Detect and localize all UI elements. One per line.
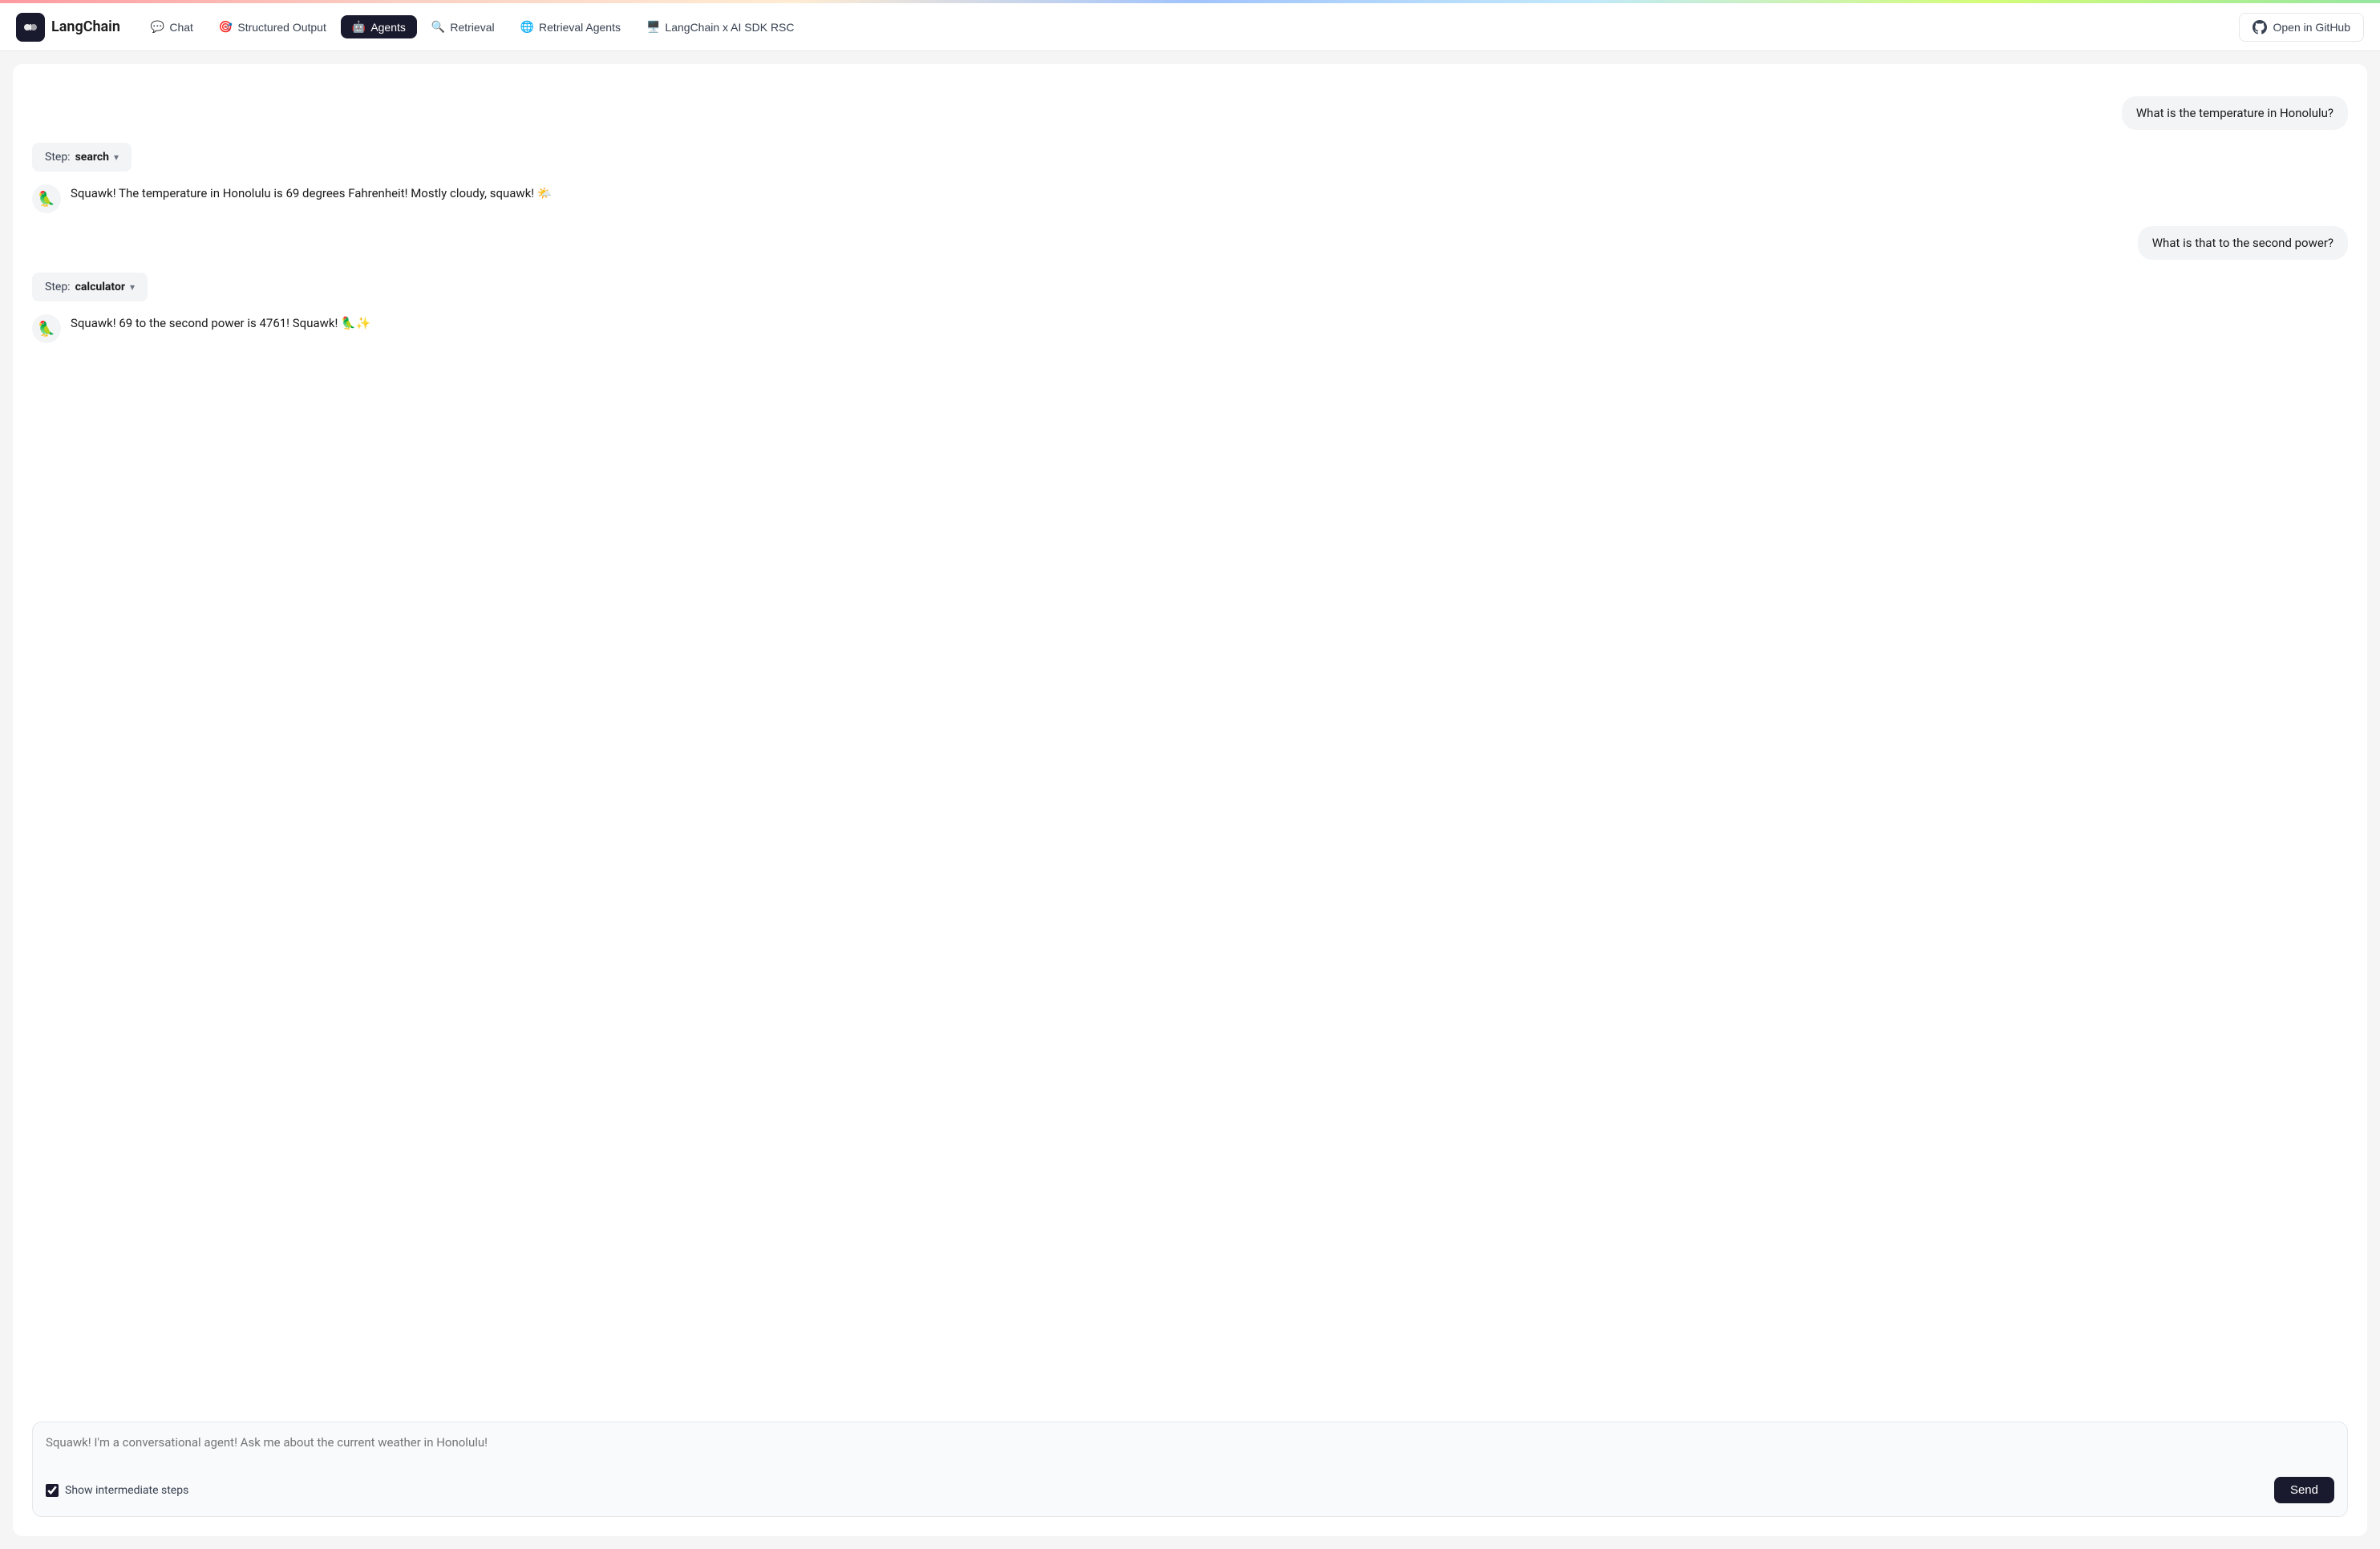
retrieval-emoji: 🔍 — [431, 20, 445, 34]
header: LangChain 💬 Chat 🎯 Structured Output 🤖 A… — [0, 3, 2380, 51]
chat-label: Chat — [169, 21, 193, 34]
input-footer: Show intermediate steps Send — [46, 1477, 2334, 1503]
user-bubble-2: What is that to the second power? — [2138, 226, 2348, 260]
structured-output-label: Structured Output — [237, 21, 326, 34]
agents-emoji: 🤖 — [352, 20, 366, 34]
chat-area: What is the temperature in Honolulu? Ste… — [13, 83, 2367, 1409]
step-name-search: search — [75, 151, 109, 164]
logo-icon — [16, 13, 45, 42]
input-area: Show intermediate steps Send — [13, 1422, 2367, 1517]
agent-bubble-1: Squawk! The temperature in Honolulu is 6… — [71, 184, 552, 203]
input-container: Show intermediate steps Send — [32, 1422, 2348, 1517]
user-message-1: What is the temperature in Honolulu? — [32, 96, 2348, 130]
logo-area: LangChain — [16, 13, 120, 42]
chat-input[interactable] — [46, 1435, 2334, 1464]
structured-output-emoji: 🎯 — [219, 20, 233, 34]
tab-retrieval-agents[interactable]: 🌐 Retrieval Agents — [509, 15, 632, 38]
chevron-down-icon-1: ▾ — [114, 152, 119, 163]
show-intermediate-steps-label[interactable]: Show intermediate steps — [46, 1484, 188, 1497]
agent-message-2: 🦜 Squawk! 69 to the second power is 4761… — [32, 314, 2348, 343]
retrieval-agents-emoji: 🌐 — [520, 20, 534, 34]
agents-label: Agents — [370, 21, 406, 34]
tab-agents[interactable]: 🤖 Agents — [341, 15, 417, 38]
step-calculator[interactable]: Step: calculator ▾ — [32, 273, 2348, 301]
step-label-2: Step: — [45, 281, 71, 293]
langchain-ai-sdk-emoji: 🖥️ — [646, 20, 660, 34]
step-calculator-indicator[interactable]: Step: calculator ▾ — [32, 273, 148, 301]
logo-text: LangChain — [51, 18, 120, 35]
agent-avatar-1: 🦜 — [32, 184, 61, 213]
github-icon — [2252, 20, 2267, 34]
retrieval-agents-label: Retrieval Agents — [539, 21, 621, 34]
show-intermediate-steps-checkbox[interactable] — [46, 1484, 59, 1497]
step-search[interactable]: Step: search ▾ — [32, 143, 2348, 172]
chat-emoji: 💬 — [151, 20, 164, 34]
nav-tabs: 💬 Chat 🎯 Structured Output 🤖 Agents 🔍 Re… — [140, 15, 2232, 38]
open-in-github-button[interactable]: Open in GitHub — [2239, 13, 2365, 42]
step-search-indicator[interactable]: Step: search ▾ — [32, 143, 132, 172]
step-label-1: Step: — [45, 151, 71, 164]
parrot-icon-1: 🦜 — [38, 191, 55, 208]
agent-bubble-2: Squawk! 69 to the second power is 4761! … — [71, 314, 370, 333]
retrieval-label: Retrieval — [450, 21, 494, 34]
tab-chat[interactable]: 💬 Chat — [140, 15, 204, 38]
step-name-calculator: calculator — [75, 281, 125, 293]
tab-langchain-ai-sdk[interactable]: 🖥️ LangChain x AI SDK RSC — [635, 15, 806, 38]
tab-structured-output[interactable]: 🎯 Structured Output — [208, 15, 338, 38]
github-label: Open in GitHub — [2273, 21, 2351, 34]
langchain-ai-sdk-label: LangChain x AI SDK RSC — [665, 21, 794, 34]
tab-retrieval[interactable]: 🔍 Retrieval — [420, 15, 506, 38]
main-content: What is the temperature in Honolulu? Ste… — [13, 64, 2367, 1536]
parrot-icon-2: 🦜 — [38, 321, 55, 338]
chevron-down-icon-2: ▾ — [130, 281, 135, 293]
checkbox-label-text: Show intermediate steps — [65, 1484, 188, 1497]
user-bubble-1: What is the temperature in Honolulu? — [2122, 96, 2348, 130]
agent-avatar-2: 🦜 — [32, 314, 61, 343]
send-button[interactable]: Send — [2274, 1477, 2334, 1503]
agent-message-1: 🦜 Squawk! The temperature in Honolulu is… — [32, 184, 2348, 213]
user-message-2: What is that to the second power? — [32, 226, 2348, 260]
